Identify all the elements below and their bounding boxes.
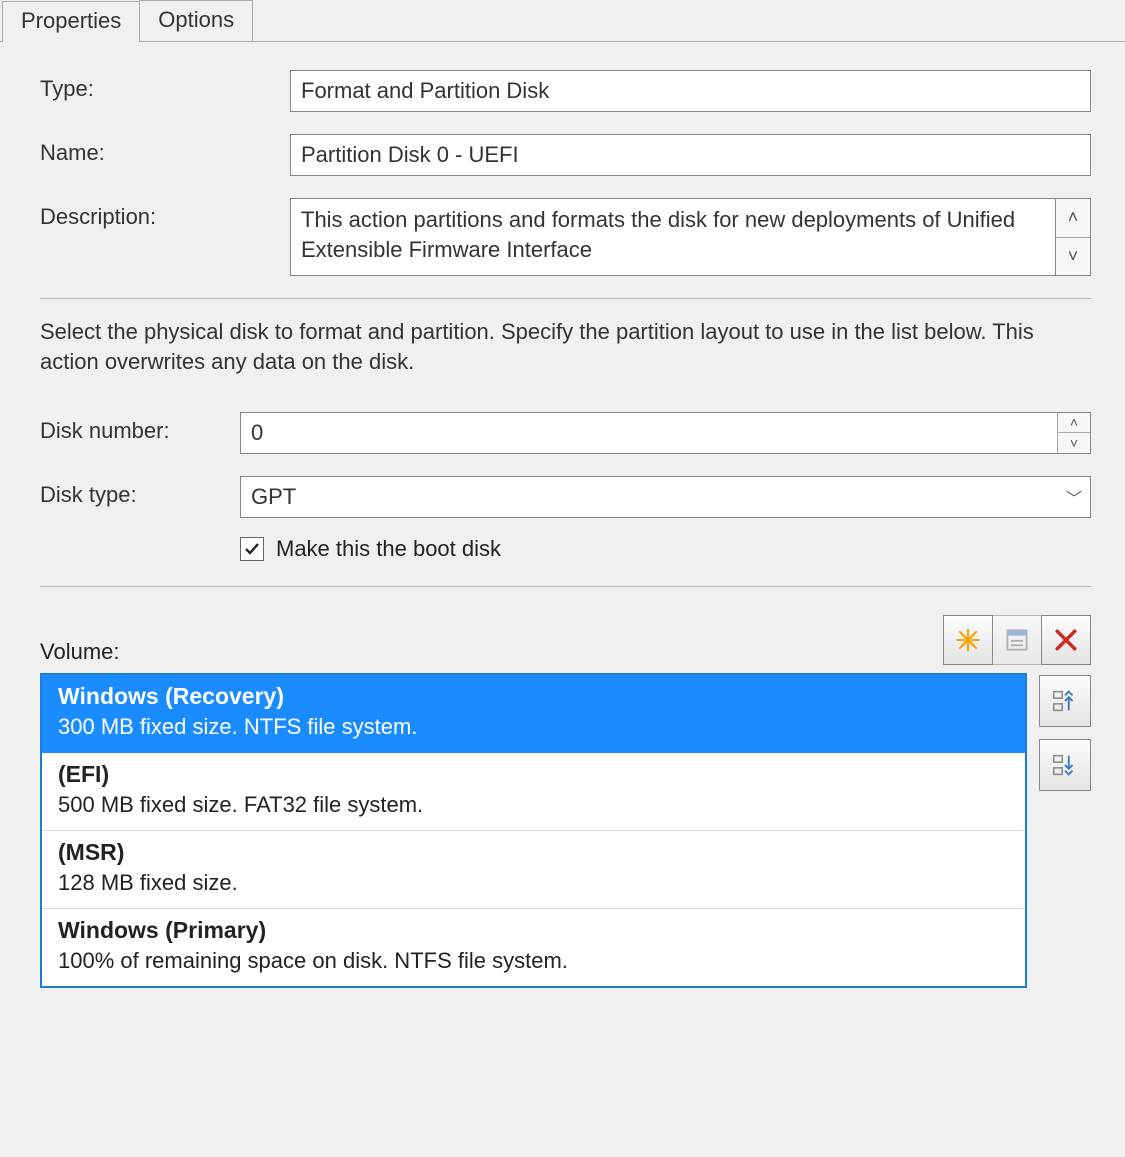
spin-up-icon[interactable]: ˄ [1058,413,1090,434]
instruction-text: Select the physical disk to format and p… [40,317,1091,378]
scroll-down-icon[interactable]: ˅ [1056,238,1090,276]
name-input[interactable]: Partition Disk 0 - UEFI [290,134,1091,176]
disk-number-value: 0 [241,413,1057,453]
type-value: Format and Partition Disk [301,78,549,104]
description-input[interactable]: This action partitions and formats the d… [290,198,1055,276]
volume-item-desc: 300 MB fixed size. NTFS file system. [58,714,1009,740]
type-label: Type: [40,70,290,102]
volume-label: Volume: [40,639,120,665]
volume-item-title: (EFI) [58,761,1009,788]
disk-type-select[interactable]: GPT ﹀ [240,476,1091,518]
name-label: Name: [40,134,290,166]
name-value: Partition Disk 0 - UEFI [301,142,519,168]
volume-item[interactable]: Windows (Recovery) 300 MB fixed size. NTF… [42,675,1025,753]
volume-properties-button[interactable] [992,615,1042,665]
tab-properties-label: Properties [21,8,121,33]
description-value: This action partitions and formats the d… [301,207,1015,262]
volume-item[interactable]: (EFI) 500 MB fixed size. FAT32 file syste… [42,753,1025,831]
volume-item-desc: 500 MB fixed size. FAT32 file system. [58,792,1009,818]
description-label: Description: [40,198,290,230]
volume-item-title: Windows (Recovery) [58,683,1009,710]
description-scrollbar[interactable]: ˄ ˅ [1055,198,1091,276]
separator [40,298,1091,299]
disk-type-value: GPT [241,478,1058,516]
disk-type-label: Disk type: [40,476,240,508]
tab-properties[interactable]: Properties [2,1,140,42]
volume-item[interactable]: (MSR) 128 MB fixed size. [42,831,1025,909]
boot-disk-label: Make this the boot disk [276,536,501,562]
disk-number-stepper[interactable]: 0 ˄ ˅ [240,412,1091,454]
spin-down-icon[interactable]: ˅ [1058,433,1090,453]
chevron-down-icon: ﹀ [1058,485,1090,509]
delete-volume-button[interactable] [1041,615,1091,665]
disk-number-label: Disk number: [40,412,240,444]
new-icon [954,626,982,654]
tabstrip: Properties Options [0,0,1125,42]
type-field: Format and Partition Disk [290,70,1091,112]
new-volume-button[interactable] [943,615,993,665]
separator [40,586,1091,587]
move-up-icon [1050,686,1080,716]
volume-item-desc: 128 MB fixed size. [58,870,1009,896]
move-down-icon [1050,750,1080,780]
properties-icon [1003,626,1031,654]
move-down-button[interactable] [1039,739,1091,791]
tab-options-label: Options [158,7,234,32]
boot-disk-checkbox[interactable] [240,537,264,561]
move-up-button[interactable] [1039,675,1091,727]
volume-item-desc: 100% of remaining space on disk. NTFS fi… [58,948,1009,974]
volume-item[interactable]: Windows (Primary) 100% of remaining space… [42,909,1025,986]
delete-icon [1052,626,1080,654]
volume-item-title: Windows (Primary) [58,917,1009,944]
volume-item-title: (MSR) [58,839,1009,866]
volume-list[interactable]: Windows (Recovery) 300 MB fixed size. NTF… [40,673,1027,988]
volume-toolbar [943,615,1091,665]
tab-options[interactable]: Options [139,0,253,41]
scroll-up-icon[interactable]: ˄ [1056,199,1090,238]
checkmark-icon [244,541,260,557]
